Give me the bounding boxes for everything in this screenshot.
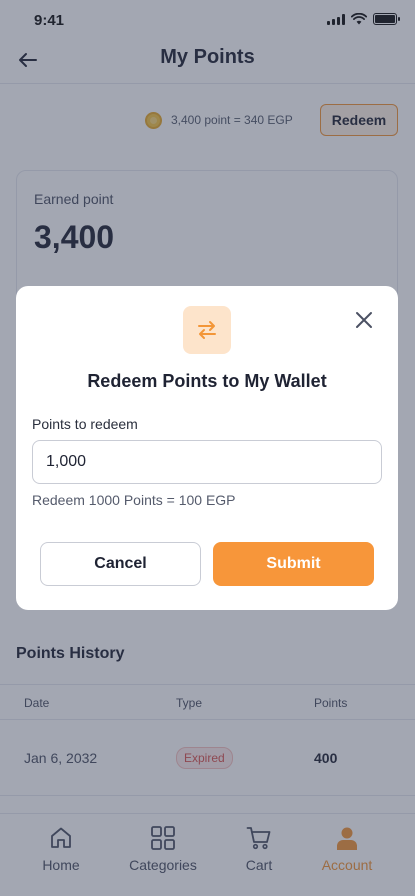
exchange-icon-box bbox=[183, 306, 231, 354]
cancel-button[interactable]: Cancel bbox=[40, 542, 201, 586]
close-icon[interactable] bbox=[354, 310, 374, 330]
conversion-text: Redeem 1000 Points = 100 EGP bbox=[32, 492, 236, 508]
redeem-dialog: Redeem Points to My Wallet Points to red… bbox=[16, 286, 398, 610]
points-field-label: Points to redeem bbox=[32, 416, 138, 432]
exchange-icon bbox=[198, 321, 216, 339]
my-points-screen: 9:41 My Points 3,400 point = 340 EGP Red… bbox=[0, 0, 415, 896]
submit-button[interactable]: Submit bbox=[213, 542, 374, 586]
points-input[interactable] bbox=[32, 440, 382, 484]
dialog-title: Redeem Points to My Wallet bbox=[87, 371, 327, 391]
